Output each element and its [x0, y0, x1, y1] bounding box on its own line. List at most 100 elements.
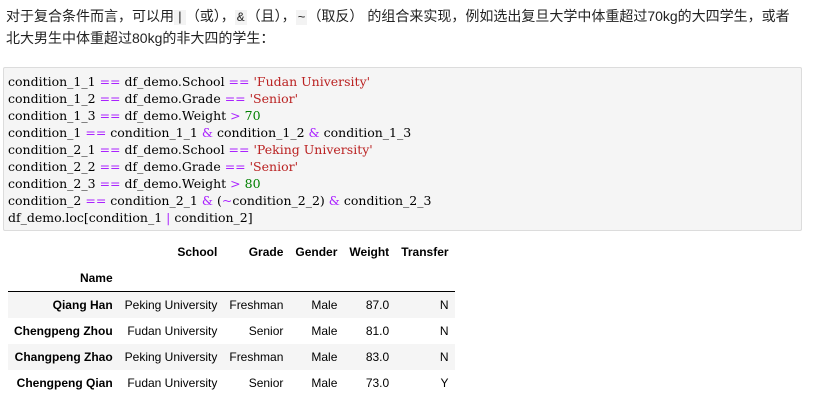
- intro-paren-and: （且），: [246, 8, 296, 24]
- code-token-op: ==: [99, 74, 121, 89]
- code-token: condition_1_3: [8, 108, 100, 123]
- code-token: condition_1_2: [212, 125, 309, 140]
- intro-paren-or: （或），: [185, 8, 235, 24]
- row-index-label: Chengpeng Zhou: [14, 324, 113, 338]
- row-index-label: Qiang Han: [52, 298, 113, 312]
- code-token-op: ==: [85, 193, 107, 208]
- cell-gender: Male: [311, 298, 338, 312]
- cell-grade: Senior: [248, 324, 284, 338]
- cell-school: Peking University: [124, 350, 218, 364]
- cell-school: Fudan University: [127, 324, 218, 338]
- code-token: df_demo.Weight: [120, 108, 231, 123]
- code-token: condition_2_3: [339, 193, 432, 208]
- cell-weight: 81.0: [365, 324, 390, 338]
- code-token-num: 70: [244, 108, 261, 123]
- code-token: df_demo.Weight: [120, 176, 231, 191]
- column-header-transfer: Transfer: [401, 245, 449, 259]
- column-header-row: School Grade Gender Weight Transfer: [8, 239, 455, 265]
- code-block: condition_1_1 == df_demo.School == 'Fuda…: [4, 68, 801, 226]
- code-line: condition_2_1 == df_demo.School == 'Peki…: [8, 142, 373, 157]
- code-token-str: 'Fudan University': [253, 74, 371, 89]
- index-row-spacer: [395, 265, 454, 292]
- code-token: condition_2_2): [232, 193, 329, 208]
- column-header-school: School: [177, 245, 218, 259]
- code-token: df_demo.Grade: [120, 91, 225, 106]
- code-token: condition_2_1: [106, 193, 202, 208]
- row-index-label: Chengpeng Qian: [16, 376, 113, 390]
- cell-weight: 73.0: [365, 376, 390, 390]
- code-line: condition_2_2 == df_demo.Grade == 'Senio…: [8, 159, 298, 174]
- cell-grade: Senior: [248, 376, 284, 390]
- cell-gender: Male: [311, 324, 338, 338]
- column-header-gender: Gender: [295, 245, 338, 259]
- code-token: df_demo.Grade: [120, 159, 225, 174]
- table-row: Qiang Han Peking University Freshman Male 87…: [8, 291, 455, 318]
- code-token-op: >: [230, 176, 241, 191]
- inline-code-and: &: [234, 10, 247, 25]
- table-row: Chengpeng Zhou Fudan University Senior Male…: [8, 318, 455, 344]
- inline-code-or: |: [174, 10, 186, 25]
- cell-gender: Male: [311, 376, 338, 390]
- code-line: condition_1_2 == df_demo.Grade == 'Senio…: [8, 91, 298, 106]
- corner-header: [8, 239, 119, 265]
- code-token: condition_2_1: [8, 142, 100, 157]
- table-row: Chengpeng Qian Fudan University Senior Male…: [8, 370, 455, 396]
- column-header-weight: Weight: [349, 245, 390, 259]
- index-name-row: Name: [8, 265, 455, 292]
- intro-paragraph: 对于复合条件而言，可以用 | （或）， & （且）， ~ （取反） 的组合来实现，例如选出复…: [6, 6, 806, 49]
- table-body: Qiang Han Peking University Freshman Male 87…: [8, 291, 455, 397]
- code-token-op: &: [328, 193, 340, 208]
- row-index-label: Changpeng Zhao: [14, 350, 113, 364]
- cell-transfer: N: [439, 298, 449, 312]
- code-token-str: 'Senior': [249, 91, 299, 106]
- code-token-op: ==: [85, 125, 107, 140]
- code-token: df_demo.School: [120, 142, 229, 157]
- code-line: condition_1_1 == df_demo.School == 'Fuda…: [8, 74, 370, 89]
- code-token: condition_2]: [170, 210, 253, 225]
- dataframe-table: School Grade Gender Weight Transfer Name Qia…: [8, 239, 455, 396]
- index-row-spacer: [223, 265, 289, 292]
- code-token-op: ==: [224, 91, 246, 106]
- index-row-spacer: [289, 265, 343, 292]
- code-token: condition_1_1: [106, 125, 202, 140]
- code-token-op: ~: [221, 193, 233, 208]
- code-token-op: &: [308, 125, 320, 140]
- code-token-op: ==: [224, 159, 246, 174]
- code-token: df_demo.loc[condition_1: [8, 210, 167, 225]
- code-token: condition_1_3: [319, 125, 412, 140]
- code-token-op: &: [201, 125, 213, 140]
- cell-gender: Male: [311, 350, 338, 364]
- code-token-op: >: [230, 108, 241, 123]
- cell-school: Peking University: [124, 298, 218, 312]
- code-token-str: 'Senior': [249, 159, 299, 174]
- cell-transfer: Y: [440, 376, 449, 390]
- index-row-spacer: [119, 265, 224, 292]
- code-token-str: 'Peking University': [253, 142, 373, 157]
- table-row: Changpeng Zhao Peking University Freshman M…: [8, 344, 455, 370]
- code-token-op: ==: [99, 108, 121, 123]
- code-line: condition_1 == condition_1_1 & condition…: [8, 125, 411, 140]
- index-name: Name: [79, 271, 113, 285]
- cell-school: Fudan University: [127, 376, 218, 390]
- code-token-op: ==: [99, 159, 121, 174]
- code-token-num: 80: [244, 176, 261, 191]
- code-token-op: ==: [228, 74, 250, 89]
- code-token: condition_2_3: [8, 176, 100, 191]
- cell-weight: 87.0: [365, 298, 390, 312]
- cell-grade: Freshman: [229, 298, 284, 312]
- code-token: condition_2_2: [8, 159, 100, 174]
- column-header-grade: Grade: [248, 245, 284, 259]
- code-token-op: ==: [99, 91, 121, 106]
- index-row-spacer: [343, 265, 395, 292]
- code-line: condition_2_3 == df_demo.Weight > 80: [8, 176, 261, 191]
- cell-transfer: N: [439, 350, 449, 364]
- code-line: condition_2 == condition_2_1 & (~conditi…: [8, 193, 431, 208]
- code-cell[interactable]: condition_1_1 == df_demo.School == 'Fuda…: [3, 67, 802, 231]
- code-token: df_demo.School: [120, 74, 229, 89]
- code-token: condition_1: [8, 125, 86, 140]
- code-token-op: ==: [228, 142, 250, 157]
- intro-paren-not: （取反）: [307, 8, 364, 24]
- code-token-op: ==: [99, 142, 121, 157]
- code-token-op: ==: [99, 176, 121, 191]
- code-token: condition_2: [8, 193, 86, 208]
